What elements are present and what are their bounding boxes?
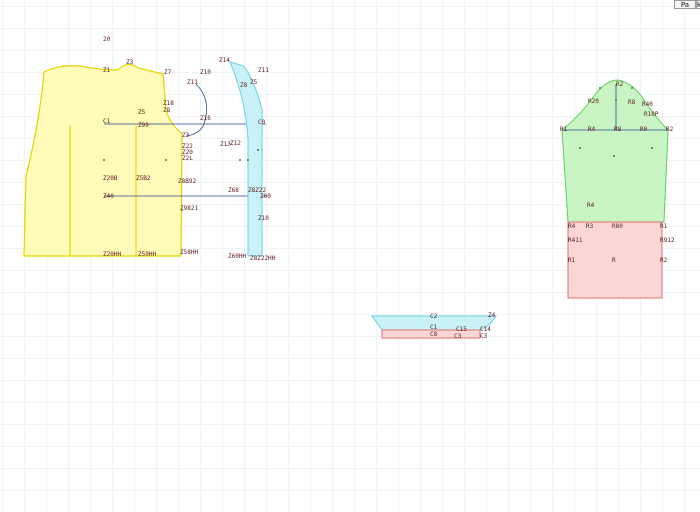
bodice-label: 20 (103, 36, 111, 43)
collar-piece[interactable]: C2 Z4 C1 C15 C14 C8 C3 C3 (371, 312, 497, 340)
sleeve-label: R80 (612, 223, 623, 230)
bodice-label: Z3 (126, 59, 134, 66)
sleeve-label: R0 (640, 126, 648, 133)
collar-label: C8 (430, 331, 438, 338)
sleeve-label: R1 (568, 257, 576, 264)
bodice-label: Z18 (163, 100, 174, 107)
sleeve-label: R8 (614, 126, 622, 133)
sleeve-label: R411 (568, 237, 583, 244)
collar-label: C15 (456, 326, 467, 333)
bodice-outline[interactable] (23, 63, 183, 257)
facing-label: Z10 (258, 215, 269, 222)
pa-button[interactable]: Pa (674, 0, 696, 9)
sleeve-label: R4 (587, 202, 595, 209)
sleeve-label: R (612, 257, 616, 264)
sleeve-label: R912 (660, 237, 675, 244)
sleeve-label: R40 (642, 101, 653, 108)
collar-label: C1 (430, 324, 438, 331)
facing-label: Z00 (260, 193, 271, 200)
bodice-label: Z58HH (180, 249, 198, 256)
facing-label: Z8 (240, 82, 248, 89)
bodice-label: Z7 (164, 69, 172, 76)
bodice-label: Z3 (182, 132, 190, 139)
collar-label: C3 (454, 333, 462, 340)
collar-label: C2 (430, 313, 438, 320)
facing-label: Z11 (258, 67, 269, 74)
facing-label: Z8Z22HH (250, 255, 276, 262)
sleeve-label: R8 (628, 99, 636, 106)
sleeve-label: R4 (588, 126, 596, 133)
bodice-label: Z99 (138, 122, 149, 129)
collar-label: C14 (480, 326, 491, 333)
bodice-label: Z59HH (138, 251, 156, 258)
bodice-label: Z9821 (180, 205, 198, 212)
facing-label: C0 (258, 119, 266, 126)
more-button[interactable]: k (696, 0, 700, 9)
facing-label: Z5 (250, 79, 258, 86)
pattern-canvas[interactable]: 20 Z1 Z3 Z7 Z5 C1 Z99 Z8 Z18 Z3 Z22 Z20 … (0, 0, 700, 512)
sleeve-label: R1 (560, 126, 568, 133)
bodice-label: Z20HH (103, 251, 121, 258)
bodice-label: Z8 (163, 107, 171, 114)
facing-label: Z12 (230, 140, 241, 147)
bodice-label: Z5 (138, 109, 146, 116)
collar-label: C3 (480, 333, 488, 340)
bodice-label: Z20B (103, 175, 118, 182)
sleeve-label: R1 (660, 223, 668, 230)
facing-label: Z60HH (228, 253, 246, 260)
bodice-label: C1 (103, 118, 111, 125)
facing-label: Z10 (200, 69, 211, 76)
bodice-label: Z2L (182, 155, 193, 162)
facing-label: Z14 (219, 57, 230, 64)
sleeve-label: R20 (588, 98, 599, 105)
sleeve-label: R10P (644, 111, 659, 118)
collar-label: Z4 (488, 312, 496, 319)
bodice-label: Z8B92 (178, 178, 196, 185)
sleeve-label: R3 (586, 223, 594, 230)
sleeve-label: R2 (666, 126, 674, 133)
bodice-label: Z40 (103, 193, 114, 200)
sleeve-label: R4 (568, 223, 576, 230)
sleeve-label: R2 (616, 81, 624, 88)
facing-label: Z68 (228, 187, 239, 194)
bodice-label: Z5B2 (136, 175, 151, 182)
sleeve-label: R2 (660, 257, 668, 264)
facing-label: Z11 (187, 79, 198, 86)
facing-label: Z16 (200, 115, 211, 122)
bodice-label: Z1 (103, 67, 111, 74)
